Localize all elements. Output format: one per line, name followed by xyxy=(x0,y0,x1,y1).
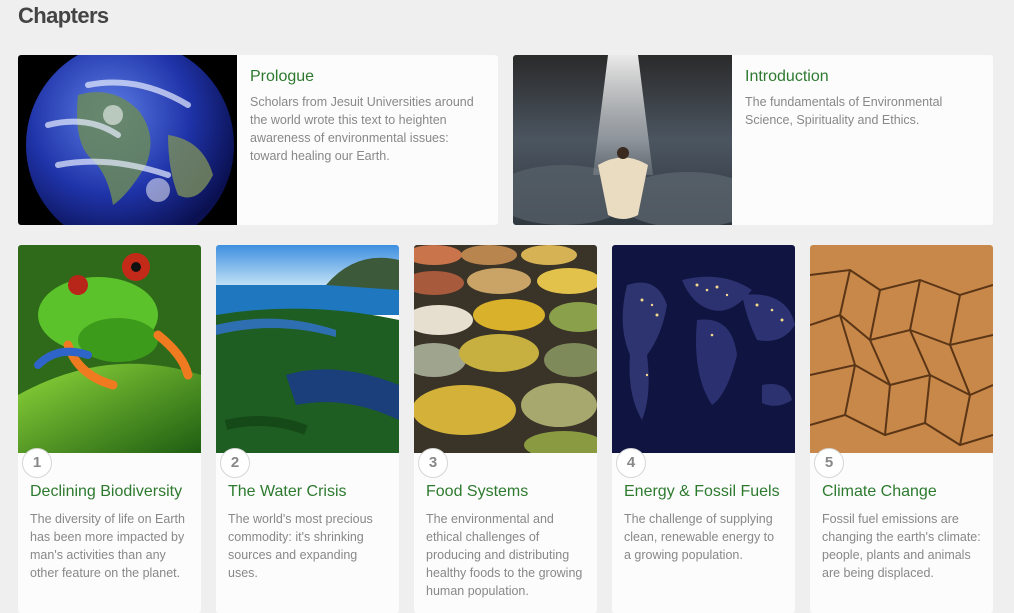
chapter-title[interactable]: Prologue xyxy=(250,67,485,87)
chapter-description: The world's most precious commodity: it'… xyxy=(228,512,373,580)
chapter-card-1[interactable]: 1 Declining Biodiversity The diversity o… xyxy=(18,245,201,613)
grain-bowls-image[interactable] xyxy=(414,245,597,453)
chapter-card-prologue[interactable]: Prologue Scholars from Jesuit Universiti… xyxy=(18,55,498,225)
chapter-title[interactable]: Energy & Fossil Fuels xyxy=(624,482,794,502)
earth-at-night-image[interactable] xyxy=(612,245,795,453)
chapter-description: Scholars from Jesuit Universities around… xyxy=(250,95,474,163)
chapter-description: The diversity of life on Earth has been … xyxy=(30,512,185,580)
chapter-card-introduction[interactable]: Introduction The fundamentals of Environ… xyxy=(513,55,993,225)
chapter-card-3[interactable]: 3 Food Systems The environmental and eth… xyxy=(414,245,597,613)
rainforest-river-image[interactable] xyxy=(216,245,399,453)
chapter-title[interactable]: The Water Crisis xyxy=(228,482,398,502)
chapter-card-2[interactable]: 2 The Water Crisis The world's most prec… xyxy=(216,245,399,613)
chapter-description: The challenge of supplying clean, renewa… xyxy=(624,512,775,562)
page-title: Chapters xyxy=(18,3,109,28)
chapter-number-badge: 5 xyxy=(814,448,844,478)
chapter-card-4[interactable]: 4 Energy & Fossil Fuels The challenge of… xyxy=(612,245,795,613)
chapter-description: The fundamentals of Environmental Scienc… xyxy=(745,95,943,127)
chapter-number-badge: 2 xyxy=(220,448,250,478)
woman-under-light-image[interactable] xyxy=(513,55,732,225)
chapter-description: The environmental and ethical challenges… xyxy=(426,512,583,598)
chapter-title[interactable]: Food Systems xyxy=(426,482,596,502)
chapter-title[interactable]: Introduction xyxy=(745,67,980,87)
earth-globe-image[interactable] xyxy=(18,55,237,225)
chapter-number-badge: 3 xyxy=(418,448,448,478)
chapter-number-badge: 1 xyxy=(22,448,52,478)
chapter-card-5[interactable]: 5 Climate Change Fossil fuel emissions a… xyxy=(810,245,993,613)
tree-frog-image[interactable] xyxy=(18,245,201,453)
chapter-description: Fossil fuel emissions are changing the e… xyxy=(822,512,981,580)
cracked-earth-image[interactable] xyxy=(810,245,993,453)
chapter-number-badge: 4 xyxy=(616,448,646,478)
chapter-title[interactable]: Declining Biodiversity xyxy=(30,482,200,502)
chapter-title[interactable]: Climate Change xyxy=(822,482,992,502)
